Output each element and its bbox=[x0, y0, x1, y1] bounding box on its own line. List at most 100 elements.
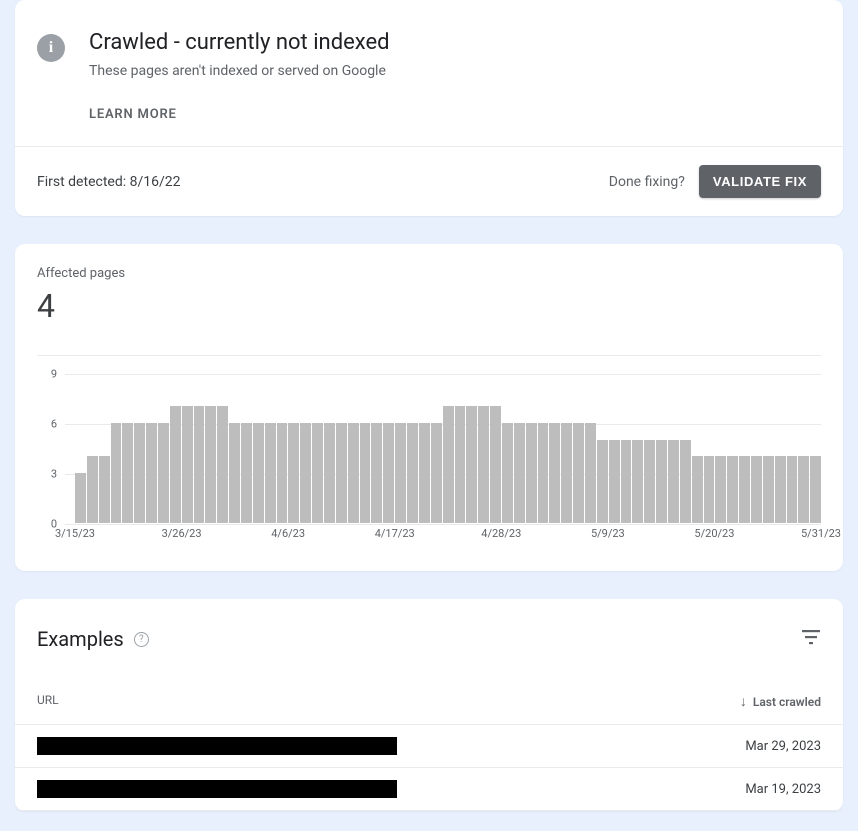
validate-fix-button[interactable]: VALIDATE FIX bbox=[699, 165, 821, 198]
filter-icon[interactable] bbox=[801, 629, 821, 649]
chart-bar bbox=[597, 440, 608, 523]
affected-pages-card: Affected pages 4 0 3 6 9 3/15/23 3/26/23 4/6/2… bbox=[15, 244, 843, 571]
status-subtitle: These pages aren't indexed or served on … bbox=[89, 63, 390, 79]
chart-bar bbox=[692, 456, 703, 523]
done-fixing-label: Done fixing? bbox=[609, 174, 685, 190]
chart-bar bbox=[205, 406, 216, 523]
chart-bar bbox=[407, 423, 418, 523]
chart-bar bbox=[170, 406, 181, 523]
chart-bar bbox=[182, 406, 193, 523]
chart-bar bbox=[371, 423, 382, 523]
chart-bar bbox=[478, 406, 489, 523]
x-tick-label: 5/31/23 bbox=[801, 527, 841, 540]
x-tick-label: 4/28/23 bbox=[481, 527, 521, 540]
y-tick-label: 3 bbox=[37, 468, 57, 481]
chart-bar bbox=[99, 456, 110, 523]
chart-bar bbox=[514, 423, 525, 523]
status-card: i Crawled - currently not indexed These … bbox=[15, 0, 843, 216]
x-tick-label: 4/6/23 bbox=[271, 527, 305, 540]
chart-bar bbox=[715, 456, 726, 523]
chart-bar bbox=[111, 423, 122, 523]
chart-bar bbox=[609, 440, 620, 523]
chart-bar bbox=[241, 423, 252, 523]
x-tick-label: 5/9/23 bbox=[591, 527, 625, 540]
status-title: Crawled - currently not indexed bbox=[89, 30, 390, 55]
chart-bar bbox=[75, 473, 86, 523]
chart-bar bbox=[324, 423, 335, 523]
chart-bar bbox=[656, 440, 667, 523]
chart-bar bbox=[146, 423, 157, 523]
last-crawled-cell: Mar 19, 2023 bbox=[745, 782, 821, 797]
y-tick-label: 0 bbox=[37, 518, 57, 531]
chart-bar bbox=[490, 406, 501, 523]
chart-bar bbox=[134, 423, 145, 523]
chart-bar bbox=[538, 423, 549, 523]
help-icon[interactable]: ? bbox=[134, 632, 149, 647]
table-header: URL ↓ Last crawled bbox=[15, 659, 843, 725]
chart-bar bbox=[288, 423, 299, 523]
chart-bar bbox=[122, 423, 133, 523]
chart-bar bbox=[549, 423, 560, 523]
column-url: URL bbox=[37, 693, 59, 710]
chart-bar bbox=[419, 423, 430, 523]
y-tick-label: 9 bbox=[37, 368, 57, 381]
url-cell-redacted bbox=[37, 780, 397, 798]
y-tick-label: 6 bbox=[37, 418, 57, 431]
chart-bar bbox=[585, 423, 596, 523]
chart-bar bbox=[455, 406, 466, 523]
chart-bar bbox=[229, 423, 240, 523]
x-tick-label: 3/26/23 bbox=[162, 527, 202, 540]
table-row[interactable]: Mar 29, 2023 bbox=[15, 725, 843, 768]
affected-label: Affected pages bbox=[37, 266, 821, 281]
chart-bar bbox=[443, 406, 454, 523]
chart-bar bbox=[621, 440, 632, 523]
chart-bar bbox=[644, 440, 655, 523]
chart-bar bbox=[704, 456, 715, 523]
chart-bar bbox=[277, 423, 288, 523]
chart-bar bbox=[680, 440, 691, 523]
x-tick-label: 3/15/23 bbox=[55, 527, 95, 540]
chart-bar bbox=[751, 456, 762, 523]
examples-title: Examples bbox=[37, 627, 124, 651]
chart-bar bbox=[383, 423, 394, 523]
chart-bar bbox=[739, 456, 750, 523]
learn-more-link[interactable]: LEARN MORE bbox=[89, 107, 390, 122]
chart-bar bbox=[561, 423, 572, 523]
x-tick-label: 5/20/23 bbox=[694, 527, 734, 540]
affected-count: 4 bbox=[37, 287, 821, 325]
chart-bar bbox=[336, 423, 347, 523]
chart-bar bbox=[395, 423, 406, 523]
chart-bar bbox=[727, 456, 738, 523]
chart-bar bbox=[502, 423, 513, 523]
url-cell-redacted bbox=[37, 737, 397, 755]
column-last-crawled[interactable]: ↓ Last crawled bbox=[740, 693, 821, 710]
sort-arrow-down-icon: ↓ bbox=[740, 693, 747, 710]
chart-bar bbox=[810, 456, 821, 523]
info-icon: i bbox=[37, 34, 65, 62]
first-detected-label: First detected: 8/16/22 bbox=[37, 174, 180, 190]
chart-bar bbox=[348, 423, 359, 523]
chart-bar bbox=[194, 406, 205, 523]
chart-bar bbox=[158, 423, 169, 523]
examples-card: Examples ? URL ↓ Last crawled Mar 29, 20… bbox=[15, 599, 843, 811]
chart-bar bbox=[217, 406, 228, 523]
chart-bar bbox=[775, 456, 786, 523]
chart-bar bbox=[87, 456, 98, 523]
x-tick-label: 4/17/23 bbox=[375, 527, 415, 540]
chart-bar bbox=[312, 423, 323, 523]
chart-bar bbox=[466, 406, 477, 523]
table-row[interactable]: Mar 19, 2023 bbox=[15, 768, 843, 811]
chart-bar bbox=[763, 456, 774, 523]
chart-bar bbox=[300, 423, 311, 523]
chart-bar bbox=[632, 440, 643, 523]
chart-bar bbox=[265, 423, 276, 523]
last-crawled-cell: Mar 29, 2023 bbox=[745, 739, 821, 754]
chart-bar bbox=[573, 423, 584, 523]
chart-bar bbox=[431, 423, 442, 523]
chart-bar bbox=[798, 456, 809, 523]
chart-bar bbox=[668, 440, 679, 523]
chart-bar bbox=[526, 423, 537, 523]
affected-chart: 0 3 6 9 3/15/23 3/26/23 4/6/23 4/17/23 4/28/23 5/… bbox=[15, 333, 843, 571]
chart-bar bbox=[360, 423, 371, 523]
chart-bar bbox=[253, 423, 264, 523]
